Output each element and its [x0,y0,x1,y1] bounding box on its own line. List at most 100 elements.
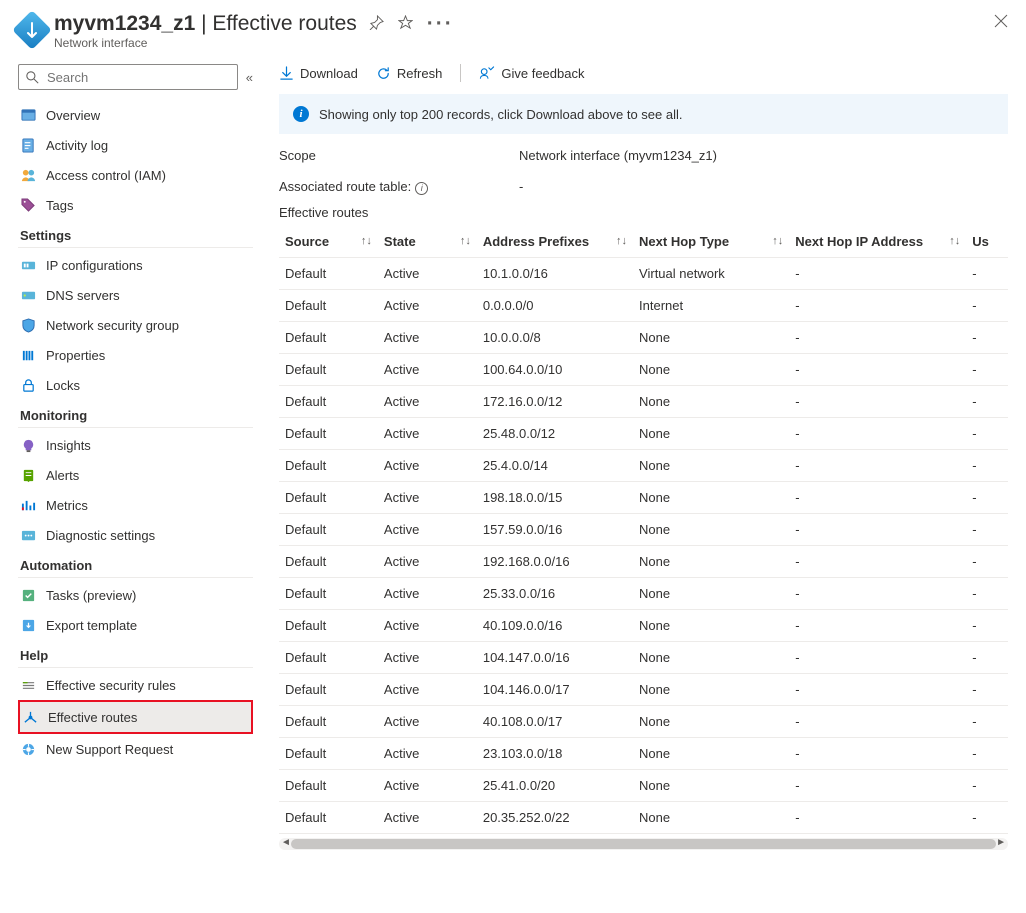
table-row[interactable]: DefaultActive20.35.252.0/22None-- [279,801,1008,833]
table-row[interactable]: DefaultActive172.16.0.0/12None-- [279,385,1008,417]
horizontal-scrollbar[interactable]: ◄ ► [279,838,1008,850]
cell-us: - [966,449,1008,481]
favorite-icon[interactable] [398,12,413,36]
sort-icon[interactable]: ↑↓ [361,235,372,247]
diag-icon [20,527,36,543]
table-row[interactable]: DefaultActive40.109.0.0/16None-- [279,609,1008,641]
cell-us: - [966,801,1008,833]
search-input[interactable] [45,69,230,86]
pin-icon[interactable] [369,12,384,36]
sidebar-item-properties[interactable]: Properties [18,340,253,370]
sidebar-item-activity-log[interactable]: Activity log [18,130,253,160]
sidebar-item-export-template[interactable]: Export template [18,610,253,640]
cell-state: Active [378,673,477,705]
table-row[interactable]: DefaultActive25.41.0.0/20None-- [279,769,1008,801]
refresh-button[interactable]: Refresh [376,66,443,81]
sidebar-item-effective-security-rules[interactable]: Effective security rules [18,670,253,700]
scrollbar-thumb[interactable] [291,839,996,849]
sidebar-item-label: Diagnostic settings [46,528,155,543]
sidebar-item-diagnostic-settings[interactable]: Diagnostic settings [18,520,253,550]
table-row[interactable]: DefaultActive104.147.0.0/16None-- [279,641,1008,673]
table-row[interactable]: DefaultActive100.64.0.0/10None-- [279,353,1008,385]
main-content: Download Refresh Give feedback i Showing… [253,64,1008,850]
sort-icon[interactable]: ↑↓ [616,235,627,247]
col-header-address-prefixes[interactable]: Address Prefixes↑↓ [477,226,633,258]
sidebar-item-insights[interactable]: Insights [18,430,253,460]
table-row[interactable]: DefaultActive198.18.0.0/15None-- [279,481,1008,513]
cell-state: Active [378,449,477,481]
sidebar-item-tags[interactable]: Tags [18,190,253,220]
sidebar-item-alerts[interactable]: Alerts [18,460,253,490]
sidebar-item-new-support-request[interactable]: New Support Request [18,734,253,764]
alerts-icon [20,467,36,483]
sidebar: « Overview Activity logAccess control (IA… [18,64,253,850]
cell-next-hop-ip: - [789,289,966,321]
table-row[interactable]: DefaultActive25.33.0.0/16None-- [279,577,1008,609]
sidebar-item-network-security-group[interactable]: Network security group [18,310,253,340]
secrules-icon [20,677,36,693]
iam-icon [20,167,36,183]
sidebar-item-access-control-iam-[interactable]: Access control (IAM) [18,160,253,190]
feedback-button[interactable]: Give feedback [479,66,584,81]
sidebar-item-ip-configurations[interactable]: IP configurations [18,250,253,280]
cell-source: Default [279,417,378,449]
collapse-sidebar-button[interactable]: « [246,70,253,85]
cell-source: Default [279,481,378,513]
table-row[interactable]: DefaultActive10.1.0.0/16Virtual network-… [279,257,1008,289]
sidebar-item-effective-routes[interactable]: Effective routes [18,700,253,734]
cell-next-hop-type: None [633,641,789,673]
close-button[interactable] [994,12,1008,33]
table-row[interactable]: DefaultActive104.146.0.0/17None-- [279,673,1008,705]
sort-icon[interactable]: ↑↓ [949,235,960,247]
sidebar-item-tasks-preview-[interactable]: Tasks (preview) [18,580,253,610]
sidebar-item-metrics[interactable]: Metrics [18,490,253,520]
cell-source: Default [279,449,378,481]
table-row[interactable]: DefaultActive40.108.0.0/17None-- [279,705,1008,737]
sidebar-item-locks[interactable]: Locks [18,370,253,400]
sidebar-search[interactable] [18,64,238,90]
cell-address-prefix: 23.103.0.0/18 [477,737,633,769]
table-row[interactable]: DefaultActive0.0.0.0/0Internet-- [279,289,1008,321]
sort-icon[interactable]: ↑↓ [772,235,783,247]
table-row[interactable]: DefaultActive157.59.0.0/16None-- [279,513,1008,545]
sidebar-item-label: Overview [46,108,100,123]
cell-next-hop-type: None [633,801,789,833]
col-header-state[interactable]: State↑↓ [378,226,477,258]
cell-state: Active [378,321,477,353]
cell-state: Active [378,641,477,673]
sidebar-item-label: DNS servers [46,288,120,303]
table-row[interactable]: DefaultActive25.48.0.0/12None-- [279,417,1008,449]
resource-icon [12,10,52,50]
col-header-source[interactable]: Source↑↓ [279,226,378,258]
routes-icon [22,709,38,725]
table-row[interactable]: DefaultActive192.168.0.0/16None-- [279,545,1008,577]
table-row[interactable]: DefaultActive10.0.0.0/8None-- [279,321,1008,353]
download-button[interactable]: Download [279,66,358,81]
cell-us: - [966,481,1008,513]
cell-address-prefix: 104.147.0.0/16 [477,641,633,673]
tasks-icon [20,587,36,603]
table-row[interactable]: DefaultActive23.103.0.0/18None-- [279,737,1008,769]
cell-next-hop-ip: - [789,545,966,577]
more-icon[interactable]: ··· [427,12,454,36]
cell-state: Active [378,513,477,545]
table-row[interactable]: DefaultActive25.4.0.0/14None-- [279,449,1008,481]
cell-source: Default [279,609,378,641]
cell-next-hop-ip: - [789,769,966,801]
cell-address-prefix: 104.146.0.0/17 [477,673,633,705]
cell-address-prefix: 0.0.0.0/0 [477,289,633,321]
col-header-next-hop-type[interactable]: Next Hop Type↑↓ [633,226,789,258]
sort-icon[interactable]: ↑↓ [460,235,471,247]
cell-source: Default [279,577,378,609]
col-header-next-hop-ip[interactable]: Next Hop IP Address↑↓ [789,226,966,258]
cell-state: Active [378,481,477,513]
scope-value: Network interface (myvm1234_z1) [519,148,717,163]
sidebar-item-dns-servers[interactable]: DNS servers [18,280,253,310]
sidebar-item-label: Export template [46,618,137,633]
info-circle-icon[interactable]: i [415,182,428,195]
cell-us: - [966,577,1008,609]
col-header-us[interactable]: Us [966,226,1008,258]
cell-address-prefix: 25.4.0.0/14 [477,449,633,481]
search-icon [26,71,39,84]
sidebar-item-overview[interactable]: Overview [18,100,253,130]
